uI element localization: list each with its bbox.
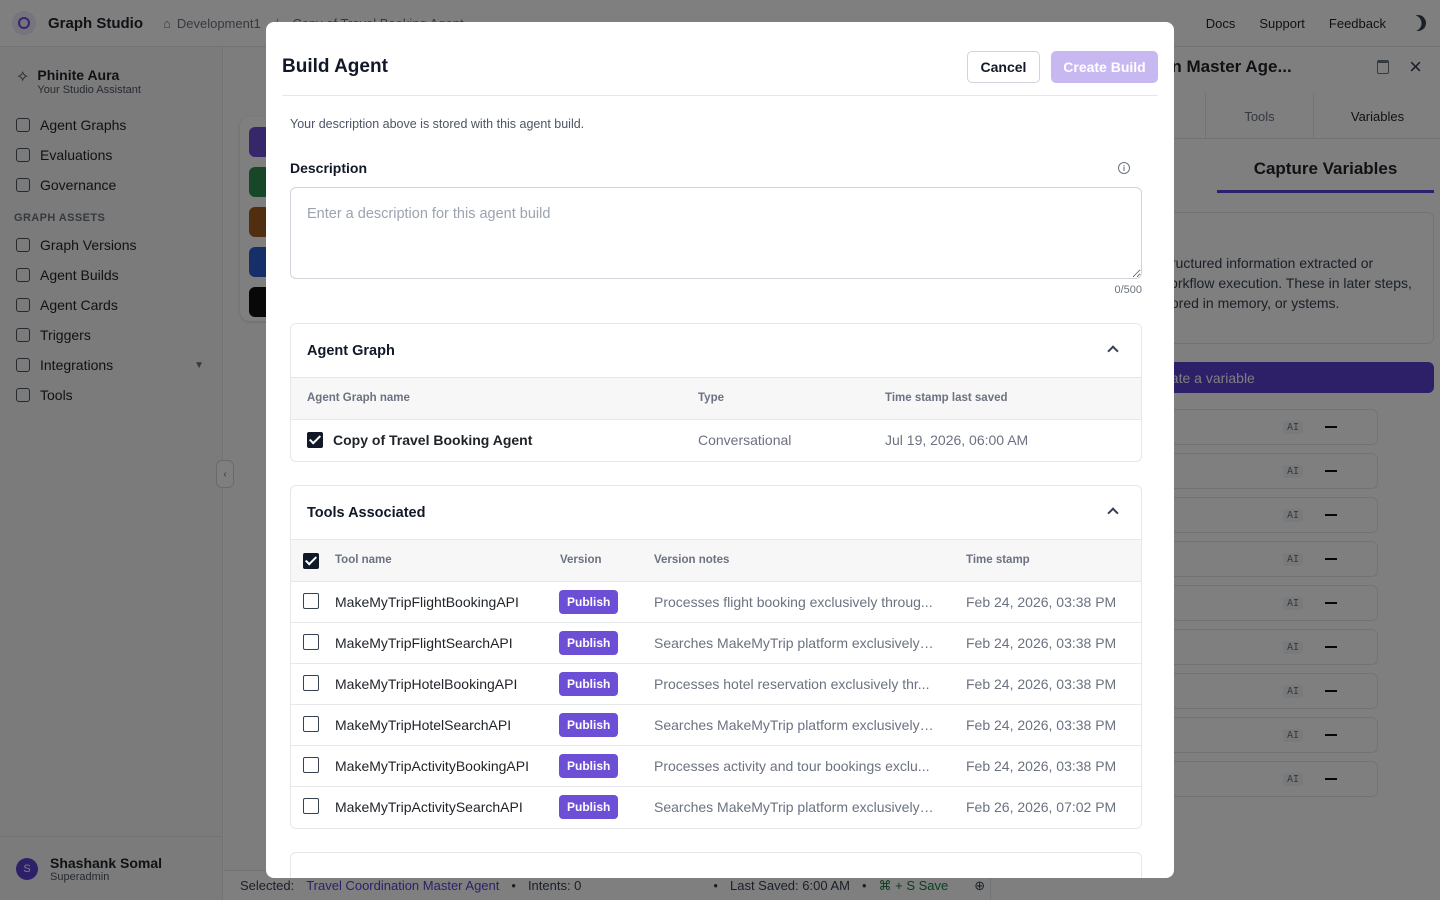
description-info-text: Your description above is stored with th…: [290, 117, 585, 131]
tool-checkbox[interactable]: [303, 634, 319, 650]
version-badge: Publish: [559, 713, 619, 737]
version-badge: Publish: [559, 631, 619, 655]
version-badge: Publish: [559, 672, 619, 696]
version-notes: Processes flight booking exclusively thr…: [654, 594, 933, 610]
select-all-checkbox[interactable]: [303, 553, 319, 569]
tool-timestamp: Feb 24, 2026, 03:38 PM: [966, 635, 1117, 651]
version-badge: Publish: [559, 795, 619, 819]
tool-checkbox[interactable]: [303, 716, 319, 732]
tool-timestamp: Feb 24, 2026, 03:38 PM: [966, 676, 1117, 692]
table-row: MakeMyTripActivitySearchAPI Publish Sear…: [291, 787, 1141, 828]
tool-name: MakeMyTripHotelBookingAPI: [335, 676, 518, 692]
version-badge: Publish: [559, 590, 619, 614]
tools-associated-section: Tools Associated Tool name Version Versi…: [290, 485, 1142, 829]
cancel-button[interactable]: Cancel: [967, 51, 1040, 83]
tool-timestamp: Feb 24, 2026, 03:38 PM: [966, 594, 1117, 610]
version-notes: Searches MakeMyTrip platform exclusively…: [654, 717, 934, 733]
agent-graph-name: Copy of Travel Booking Agent: [333, 432, 533, 448]
tool-checkbox[interactable]: [303, 757, 319, 773]
column-header-version-notes: Version notes: [654, 554, 730, 566]
tool-checkbox[interactable]: [303, 675, 319, 691]
table-row: MakeMyTripFlightSearchAPI Publish Search…: [291, 623, 1141, 664]
tool-name: MakeMyTripFlightSearchAPI: [335, 635, 513, 651]
agent-graph-heading: Agent Graph: [307, 342, 395, 359]
column-header-graph-name: Agent Graph name: [307, 392, 410, 404]
version-badge: Publish: [559, 754, 619, 778]
table-row: MakeMyTripFlightBookingAPI Publish Proce…: [291, 582, 1141, 623]
tool-checkbox[interactable]: [303, 798, 319, 814]
chevron-up-icon[interactable]: [1107, 345, 1119, 357]
description-label: Description: [290, 160, 368, 176]
tool-checkbox[interactable]: [303, 593, 319, 609]
version-notes: Processes activity and tour bookings exc…: [654, 758, 930, 774]
column-header-type: Type: [698, 392, 724, 404]
build-agent-modal: Build Agent Cancel Create Build Your des…: [266, 22, 1174, 878]
char-count: 0/500: [1114, 284, 1142, 296]
version-notes: Searches MakeMyTrip platform exclusively…: [654, 635, 934, 651]
tools-associated-heading: Tools Associated: [307, 504, 426, 521]
table-row: MakeMyTripActivityBookingAPI Publish Pro…: [291, 746, 1141, 787]
modal-title: Build Agent: [282, 56, 388, 77]
tool-timestamp: Feb 24, 2026, 03:38 PM: [966, 758, 1117, 774]
column-header-timestamp: Time stamp last saved: [885, 392, 1008, 404]
agent-graph-table-header: Agent Graph name Type Time stamp last sa…: [291, 378, 1141, 420]
tool-name: MakeMyTripHotelSearchAPI: [335, 717, 512, 733]
agent-graph-header[interactable]: Agent Graph: [291, 324, 1141, 378]
tool-name: MakeMyTripFlightBookingAPI: [335, 594, 519, 610]
version-notes: Searches MakeMyTrip platform exclusively…: [654, 799, 934, 815]
table-row: MakeMyTripHotelBookingAPI Publish Proces…: [291, 664, 1141, 705]
table-row: MakeMyTripHotelSearchAPI Publish Searche…: [291, 705, 1141, 746]
tool-name: MakeMyTripActivitySearchAPI: [335, 799, 523, 815]
modal-header: Build Agent Cancel Create Build: [282, 22, 1158, 96]
tool-name: MakeMyTripActivityBookingAPI: [335, 758, 529, 774]
agent-graph-section: Agent Graph Agent Graph name Type Time s…: [290, 323, 1142, 462]
table-row: Copy of Travel Booking Agent Conversatio…: [291, 420, 1141, 461]
tool-timestamp: Feb 26, 2026, 07:02 PM: [966, 799, 1117, 815]
tools-associated-header[interactable]: Tools Associated: [291, 486, 1141, 540]
info-icon[interactable]: i: [1118, 162, 1130, 174]
next-section-card: [290, 852, 1142, 878]
column-header-tool-name: Tool name: [335, 554, 392, 566]
column-header-version: Version: [560, 554, 602, 566]
agent-graph-type: Conversational: [698, 432, 792, 448]
create-build-button[interactable]: Create Build: [1051, 51, 1158, 83]
agent-graph-checkbox[interactable]: [307, 432, 323, 448]
description-textarea[interactable]: [290, 187, 1142, 279]
version-notes: Processes hotel reservation exclusively …: [654, 676, 930, 692]
column-header-timestamp: Time stamp: [966, 554, 1030, 566]
chevron-up-icon[interactable]: [1107, 507, 1119, 519]
tool-timestamp: Feb 24, 2026, 03:38 PM: [966, 717, 1117, 733]
agent-graph-timestamp: Jul 19, 2026, 06:00 AM: [885, 432, 1029, 448]
tools-table-header: Tool name Version Version notes Time sta…: [291, 540, 1141, 582]
